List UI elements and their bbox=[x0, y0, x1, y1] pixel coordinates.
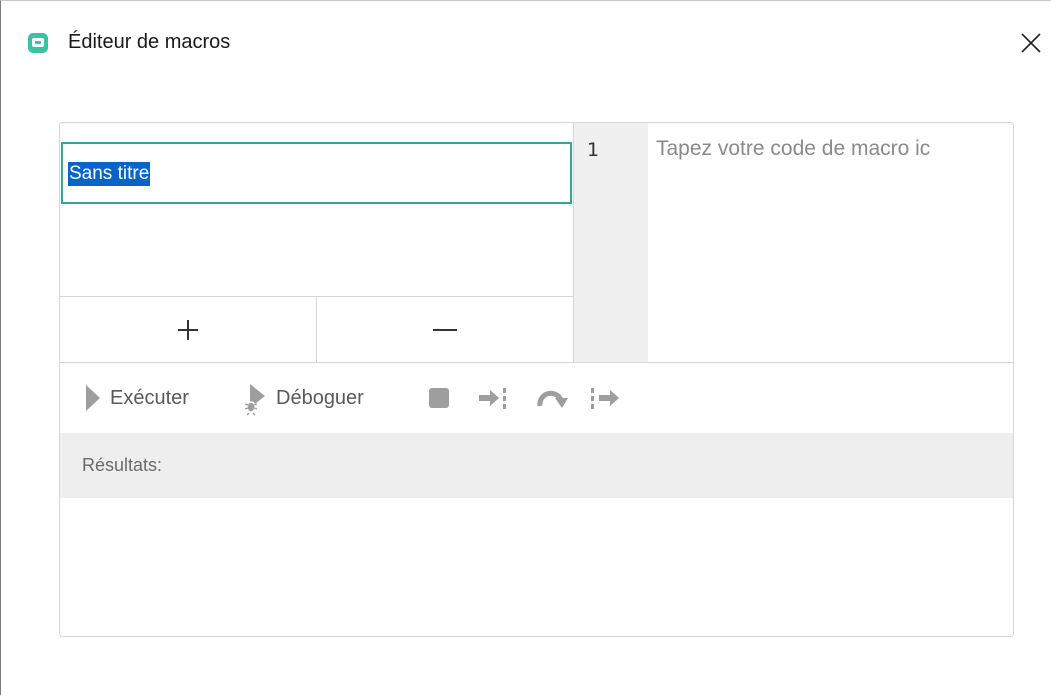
macro-list: Sans titre bbox=[60, 123, 574, 362]
debug-button[interactable]: Déboguer bbox=[244, 363, 364, 433]
macro-list-buttons bbox=[60, 296, 573, 362]
step-over-icon bbox=[537, 390, 568, 408]
step-over-button[interactable] bbox=[534, 363, 570, 433]
debug-icon bbox=[244, 384, 265, 416]
code-editor[interactable]: Tapez votre code de macro ic bbox=[648, 123, 1013, 362]
macro-editor-window: Éditeur de macros Sans titre 1 Tapez vot… bbox=[0, 0, 1051, 695]
step-out-icon bbox=[591, 388, 619, 409]
debug-label: Déboguer bbox=[276, 386, 364, 409]
results-header: Résultats: bbox=[60, 433, 1013, 498]
macro-name-field[interactable]: Sans titre bbox=[68, 162, 151, 186]
title-bar: Éditeur de macros bbox=[1, 1, 1051, 81]
line-number-gutter: 1 bbox=[574, 123, 648, 362]
stop-icon bbox=[429, 388, 449, 408]
window-title: Éditeur de macros bbox=[68, 31, 231, 53]
run-label: Exécuter bbox=[110, 386, 189, 409]
add-macro-button[interactable] bbox=[60, 297, 317, 362]
minus-icon bbox=[433, 328, 457, 331]
step-into-button[interactable] bbox=[478, 363, 508, 433]
line-number: 1 bbox=[587, 139, 600, 161]
play-icon bbox=[86, 385, 100, 411]
step-into-icon bbox=[479, 388, 506, 409]
results-label: Résultats: bbox=[82, 455, 163, 475]
run-button[interactable]: Exécuter bbox=[84, 363, 189, 433]
code-placeholder: Tapez votre code de macro ic bbox=[656, 137, 931, 160]
close-icon bbox=[1021, 33, 1041, 53]
macro-list-item[interactable]: Sans titre bbox=[61, 142, 572, 204]
step-out-button[interactable] bbox=[590, 363, 622, 433]
stop-button[interactable] bbox=[428, 363, 450, 433]
macro-panel: Sans titre 1 Tapez votre code de macro i… bbox=[59, 122, 1014, 637]
remove-macro-button[interactable] bbox=[317, 297, 573, 362]
app-icon bbox=[28, 33, 48, 53]
close-button[interactable] bbox=[1013, 25, 1049, 61]
macro-toolbar: Exécuter Déboguer bbox=[60, 362, 1013, 433]
plus-icon bbox=[178, 319, 198, 340]
results-output[interactable] bbox=[60, 498, 1013, 636]
